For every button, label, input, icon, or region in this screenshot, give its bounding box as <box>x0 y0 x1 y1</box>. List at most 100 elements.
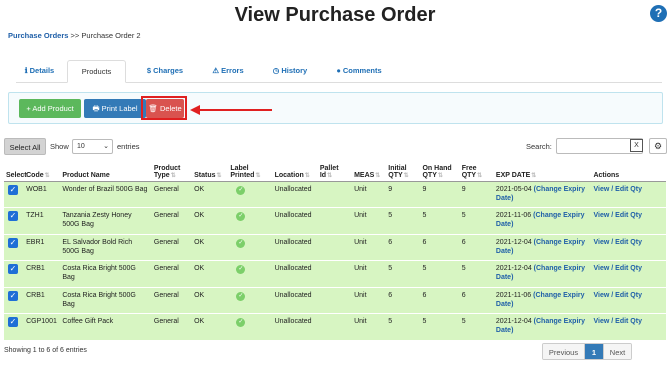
table-controls: Select All Show 10 ⌄ entries Search: X ⚙ <box>4 138 667 156</box>
delete-button[interactable]: 🗑 Delete <box>146 99 184 118</box>
product-name: Costa Rica Bright 500G Bag <box>60 287 152 314</box>
product-type: General <box>151 207 193 235</box>
column-header-product-name[interactable]: Product Name <box>60 159 152 182</box>
previous-page-button[interactable]: Previous <box>543 344 585 359</box>
column-header-label-printed[interactable]: Label Printed⇅ <box>228 159 273 182</box>
tab-details[interactable]: ℹ Details <box>16 60 63 83</box>
location: Unallocated <box>272 207 318 235</box>
row-select-cell[interactable]: ✓ <box>4 181 25 208</box>
row-select-cell[interactable]: ✓ <box>4 287 25 314</box>
product-code: TZH1 <box>24 207 61 235</box>
view-edit-qty-link[interactable]: View / Edit Qty <box>593 212 642 219</box>
product-type: General <box>151 287 193 314</box>
table-info: Showing 1 to 6 of 6 entries <box>4 347 87 354</box>
table-row[interactable]: ✓ CGP1001 Coffee Gift Pack General OK ✓ Unallo… <box>4 313 666 341</box>
pallet-id <box>317 207 353 235</box>
exp-date-cell: 2021-12-04 (Change Expiry Date) <box>493 260 592 288</box>
row-select-cell[interactable]: ✓ <box>4 207 25 235</box>
print-label-button[interactable]: 🖶 Print Label <box>84 99 146 118</box>
select-all-button[interactable]: Select All <box>4 138 46 155</box>
product-status: OK <box>192 207 229 235</box>
checkbox-checked-icon[interactable]: ✓ <box>8 184 18 195</box>
chevron-down-icon: ⌄ <box>103 143 109 150</box>
column-header-on-hand-qty[interactable]: On Hand QTY⇅ <box>420 159 460 182</box>
column-header-product-type[interactable]: Product Type⇅ <box>151 159 193 182</box>
product-code: CGP1001 <box>24 313 61 341</box>
exp-date: 2021-12-04 <box>495 318 532 325</box>
column-header-free-qty[interactable]: Free QTY⇅ <box>459 159 494 182</box>
column-header-meas[interactable]: MEAS⇅ <box>352 159 387 182</box>
meas: Unit <box>352 181 387 208</box>
product-type: General <box>151 181 193 208</box>
checkbox-checked-icon[interactable]: ✓ <box>8 211 18 221</box>
annotation-arrow-line <box>199 109 272 111</box>
pallet-id <box>317 234 353 261</box>
tab-charges[interactable]: $ Charges <box>140 60 190 83</box>
check-circle-icon: ✓ <box>236 212 246 221</box>
product-status: OK <box>192 234 229 261</box>
product-status: OK <box>192 287 229 314</box>
tab-errors[interactable]: ⚠ Errors <box>206 60 250 83</box>
check-circle-icon: ✓ <box>236 185 246 195</box>
column-header-initial-qty[interactable]: Initial QTY⇅ <box>386 159 421 182</box>
tab-products[interactable]: Products <box>67 60 126 83</box>
view-edit-qty-link[interactable]: View / Edit Qty <box>593 265 642 272</box>
add-product-button[interactable]: + Add Product <box>19 99 81 118</box>
view-edit-qty-link[interactable]: View / Edit Qty <box>593 292 642 299</box>
entries-label: entries <box>117 142 140 151</box>
row-actions-cell: View / Edit Qty <box>591 234 666 261</box>
entries-per-page-select[interactable]: 10 ⌄ <box>72 139 113 154</box>
column-header-pallet-id[interactable]: Pallet Id⇅ <box>317 159 353 182</box>
view-edit-qty-link[interactable]: View / Edit Qty <box>593 186 642 193</box>
tab-history[interactable]: ◷ History <box>268 60 312 83</box>
pallet-id <box>317 181 353 208</box>
meas: Unit <box>352 287 387 314</box>
column-header-exp-date[interactable]: EXP DATE⇅ <box>493 159 592 182</box>
product-type: General <box>151 234 193 261</box>
table-row[interactable]: ✓ CRB1 Costa Rica Bright 500G Bag General OK… <box>4 287 666 314</box>
product-code: CRB1 <box>24 287 61 314</box>
row-select-cell[interactable]: ✓ <box>4 234 25 261</box>
next-page-button[interactable]: Next <box>603 344 631 359</box>
view-edit-qty-link[interactable]: View / Edit Qty <box>593 239 642 246</box>
free-qty: 6 <box>459 287 494 314</box>
exp-date-cell: 2021-11-06 (Change Expiry Date) <box>493 207 592 235</box>
table-row[interactable]: ✓ EBR1 EL Salvador Bold Rich 500G Bag Gener… <box>4 234 666 261</box>
row-actions-cell: View / Edit Qty <box>591 260 666 288</box>
checkbox-checked-icon[interactable]: ✓ <box>8 290 18 301</box>
search-label: Search: <box>526 142 552 151</box>
exp-date: 2021-05-04 <box>495 185 532 193</box>
gear-icon[interactable]: ⚙ <box>649 138 667 154</box>
breadcrumb-current: Purchase Order 2 <box>81 31 141 40</box>
dollar-icon: $ <box>146 66 152 75</box>
row-select-cell[interactable]: ✓ <box>4 260 25 288</box>
table-row[interactable]: ✓ CRB1 Costa Rica Bright 500G Bag General OK… <box>4 260 666 288</box>
print-icon: 🖶 <box>92 104 102 113</box>
column-header-location[interactable]: Location⇅ <box>272 159 318 182</box>
search-clear-button[interactable]: X <box>630 139 643 152</box>
label-printed-cell: ✓ <box>228 287 273 314</box>
page-1-button[interactable]: 1 <box>585 344 603 359</box>
help-icon[interactable]: ? <box>650 5 667 22</box>
row-actions-cell: View / Edit Qty <box>591 207 666 235</box>
column-header-code[interactable]: Code⇅ <box>24 159 61 182</box>
tab-comments[interactable]: ● Comments <box>330 60 388 83</box>
free-qty: 9 <box>459 181 494 208</box>
column-header-status[interactable]: Status⇅ <box>192 159 229 182</box>
pallet-id <box>317 260 353 288</box>
checkbox-checked-icon[interactable]: ✓ <box>8 317 18 327</box>
breadcrumb-purchase-orders-link[interactable]: Purchase Orders <box>8 31 68 40</box>
trash-icon: 🗑 <box>148 104 160 113</box>
breadcrumb: Purchase Orders >> Purchase Order 2 <box>8 31 141 40</box>
product-type: General <box>151 313 193 341</box>
checkbox-checked-icon[interactable]: ✓ <box>8 237 18 248</box>
view-edit-qty-link[interactable]: View / Edit Qty <box>593 318 642 325</box>
checkbox-checked-icon[interactable]: ✓ <box>8 264 18 274</box>
table-row[interactable]: ✓ TZH1 Tanzania Zesty Honey 500G Bag Genera… <box>4 207 666 235</box>
clock-icon: ◷ <box>272 66 280 75</box>
info-icon: ℹ <box>24 66 28 75</box>
table-row[interactable]: ✓ WOB1 Wonder of Brazil 500G Bag General OK ✓… <box>4 181 666 208</box>
on-hand-qty: 9 <box>420 181 460 208</box>
column-header-select[interactable]: Select <box>4 159 27 182</box>
row-select-cell[interactable]: ✓ <box>4 313 25 341</box>
